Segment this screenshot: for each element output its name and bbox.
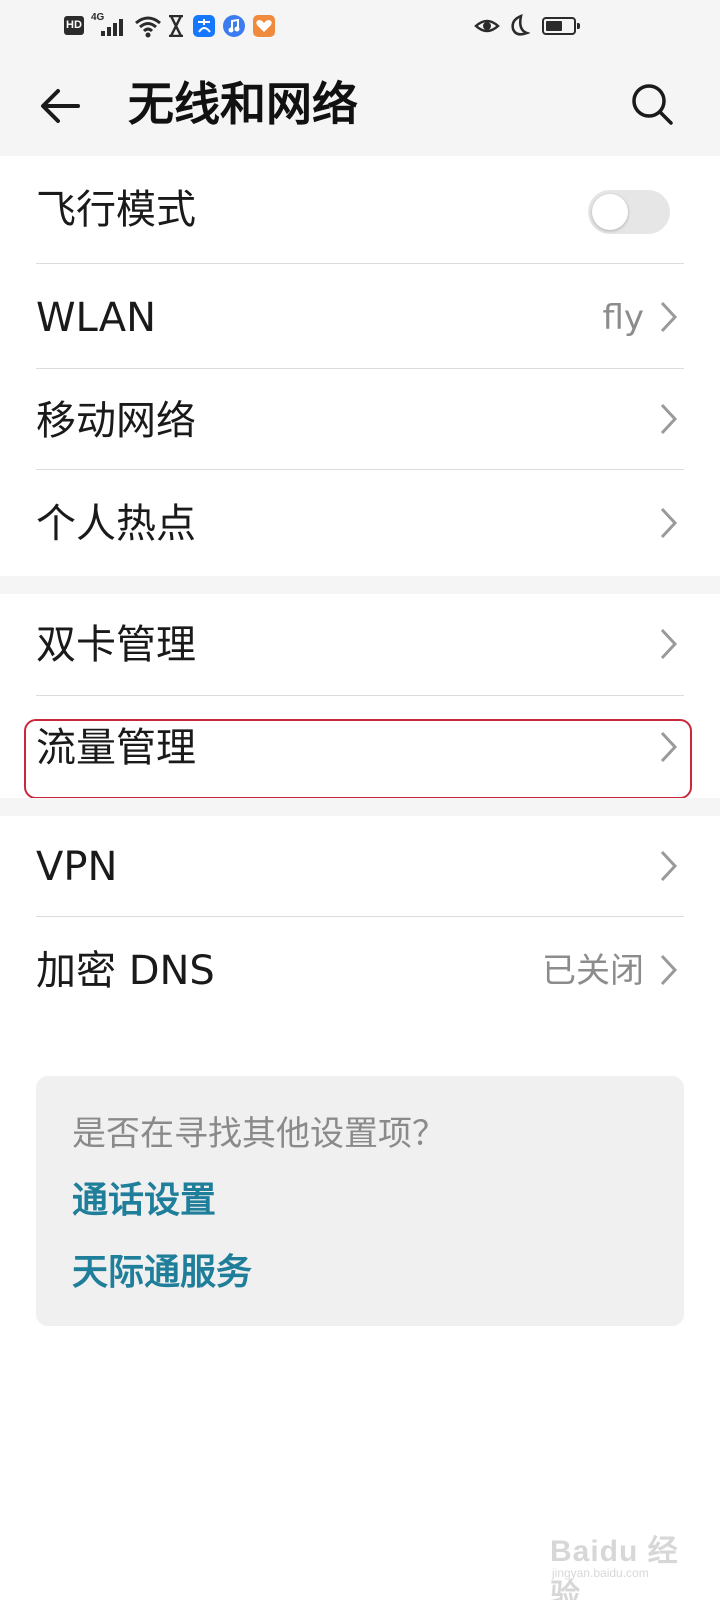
moon-icon (511, 14, 530, 36)
wlan-value: fly (602, 298, 644, 338)
vpn-row[interactable]: VPN (36, 816, 684, 916)
mobile-network-row[interactable]: 移动网络 (36, 369, 684, 469)
hd-icon: HD (64, 16, 84, 35)
music-icon (223, 15, 245, 37)
dual-sim-label: 双卡管理 (36, 622, 196, 668)
search-icon[interactable] (628, 80, 676, 128)
airplane-mode-toggle[interactable] (588, 190, 670, 234)
encrypted-dns-value: 已关闭 (542, 951, 644, 991)
vpn-label: VPN (36, 844, 118, 890)
airplane-mode-row[interactable]: 飞行模式 (36, 156, 684, 262)
data-usage-label: 流量管理 (36, 725, 196, 771)
page-title: 无线和网络 (128, 77, 358, 131)
group-separator (0, 798, 720, 816)
watermark-sub-text: jingyan.baidu.com (552, 1566, 649, 1580)
wifi-icon (135, 16, 161, 38)
chevron-right-icon (660, 850, 678, 882)
hotspot-label: 个人热点 (36, 501, 196, 547)
hourglass-icon (169, 15, 183, 37)
back-arrow-icon[interactable] (36, 82, 84, 130)
wlan-row[interactable]: WLAN fly (36, 264, 684, 368)
encrypted-dns-label: 加密 DNS (36, 948, 215, 994)
toggle-knob (592, 194, 628, 230)
group-separator (0, 576, 720, 594)
wlan-label: WLAN (36, 295, 157, 341)
chevron-right-icon (660, 507, 678, 539)
suggestion-title: 是否在寻找其他设置项？ (72, 1114, 446, 1154)
airplane-mode-label: 飞行模式 (36, 187, 196, 233)
battery-level (546, 21, 562, 31)
battery-icon (542, 17, 580, 35)
chevron-right-icon (660, 731, 678, 763)
skytone-service-link[interactable]: 天际通服务 (72, 1251, 252, 1295)
health-icon (253, 15, 275, 37)
chevron-right-icon (660, 403, 678, 435)
encrypted-dns-row[interactable]: 加密 DNS 已关闭 (36, 917, 684, 1023)
mobile-network-label: 移动网络 (36, 398, 196, 444)
watermark-main-text: Baidu 经验 (550, 1535, 679, 1600)
chevron-right-icon (660, 628, 678, 660)
suggestion-card: 是否在寻找其他设置项？ 通话设置 天际通服务 (36, 1076, 684, 1326)
alipay-icon (193, 15, 215, 37)
baidu-watermark: Baidu 经验 jingyan.baidu.com (550, 1518, 700, 1600)
call-settings-link[interactable]: 通话设置 (72, 1179, 216, 1223)
status-bar: HD 4G (0, 0, 720, 52)
chevron-right-icon (660, 954, 678, 986)
hotspot-row[interactable]: 个人热点 (36, 470, 684, 576)
chevron-right-icon (660, 301, 678, 333)
title-bar: 无线和网络 (0, 52, 720, 156)
dual-sim-row[interactable]: 双卡管理 (36, 594, 684, 694)
signal-icon (101, 19, 123, 36)
battery-tip (577, 23, 580, 29)
data-usage-row[interactable]: 流量管理 (36, 696, 684, 798)
eye-comfort-icon (474, 19, 500, 33)
